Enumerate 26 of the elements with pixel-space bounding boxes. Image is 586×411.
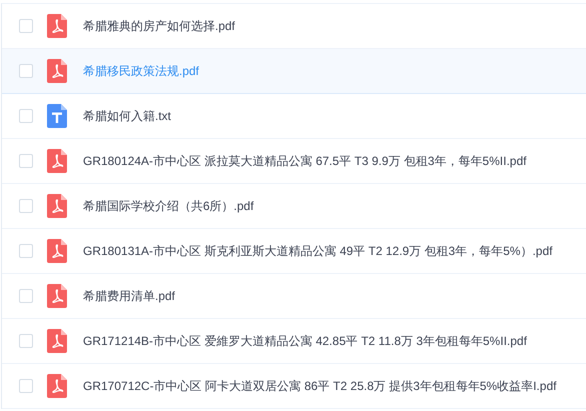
file-name[interactable]: GR170712C-市中心区 阿卡大道双居公寓 86平 T2 25.8万 提供3年包租每年5%收益率I.pdf: [83, 378, 556, 394]
pdf-file-icon: [47, 149, 67, 173]
text-file-icon: [47, 104, 67, 128]
checkbox[interactable]: [19, 109, 33, 123]
checkbox[interactable]: [19, 199, 33, 213]
pdf-file-icon: [47, 14, 67, 38]
file-name[interactable]: 希腊国际学校介绍（共6所）.pdf: [83, 198, 254, 214]
file-name[interactable]: GR180124A-市中心区 派拉莫大道精品公寓 67.5平 T3 9.9万 包租3年，每年5%II.pdf: [83, 152, 526, 170]
pdf-file-icon: [47, 194, 67, 218]
checkbox[interactable]: [19, 64, 33, 78]
pdf-file-icon: [47, 284, 67, 308]
checkbox[interactable]: [19, 154, 33, 168]
file-name[interactable]: 希腊费用清单.pdf: [83, 288, 176, 304]
checkbox[interactable]: [19, 334, 33, 348]
pdf-file-icon: [47, 239, 67, 263]
checkbox[interactable]: [19, 289, 33, 303]
checkbox[interactable]: [19, 244, 33, 258]
file-name[interactable]: 希腊如何入籍.txt: [83, 108, 172, 124]
pdf-file-icon: [47, 59, 67, 83]
checkbox[interactable]: [19, 379, 33, 393]
checkbox[interactable]: [19, 19, 33, 33]
pdf-file-icon: [47, 329, 67, 353]
file-name[interactable]: 希腊雅典的房产如何选择.pdf: [83, 18, 236, 34]
pdf-file-icon: [47, 374, 67, 398]
file-name[interactable]: GR180131A-市中心区 斯克利亚斯大道精品公寓 49平 T2 12.9万 包租3年，每年5%）.pdf: [83, 242, 552, 260]
file-name[interactable]: GR171214B-市中心区 爱維罗大道精品公寓 42.85平 T2 11.8万 3年包租每年5%II.pdf: [83, 332, 527, 350]
